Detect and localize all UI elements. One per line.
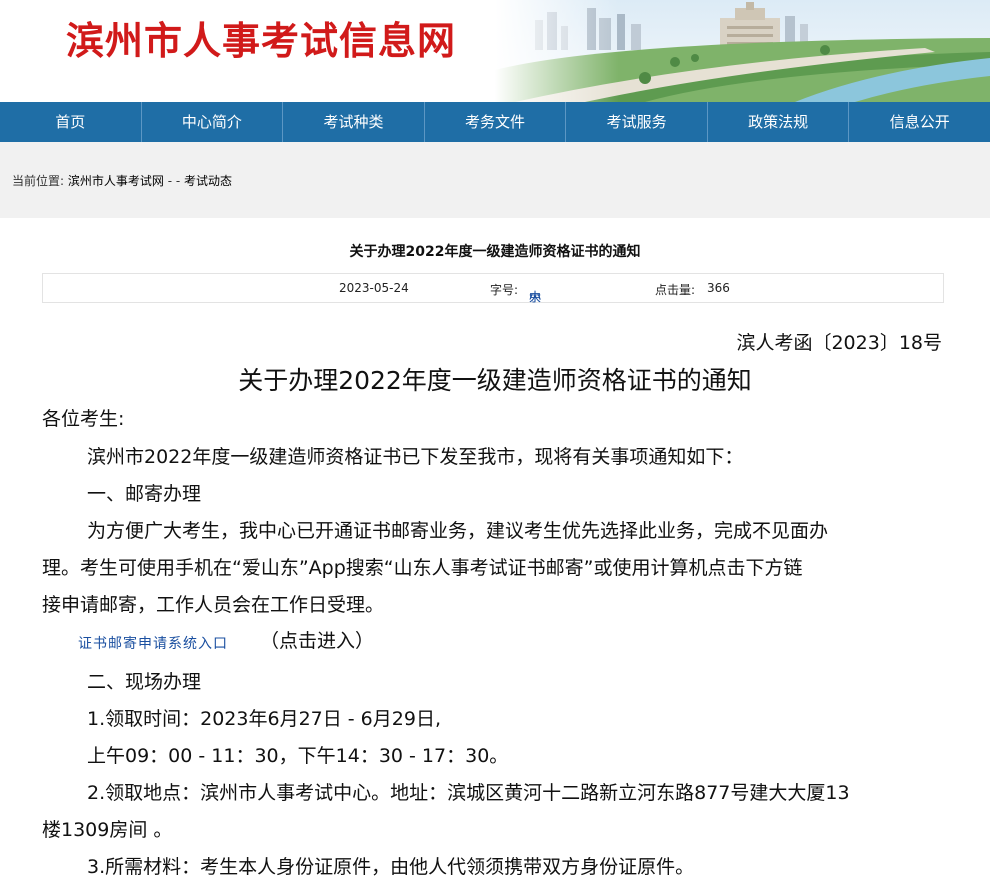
salutation: 各位考生: xyxy=(42,408,125,430)
breadcrumb-current-link[interactable]: 考试动态 xyxy=(184,174,232,188)
views-count: 366 xyxy=(707,281,730,295)
article-meta-box: 2023-05-24 字号: 大 中 小 点击量: 366 xyxy=(42,273,944,305)
required-materials: 3.所需材料：考生本人身份证原件，由他人代领须携带双方身份证原件。 xyxy=(87,856,695,878)
section2-title: 二、现场办理 xyxy=(87,671,202,693)
nav-item-home[interactable]: 首页 xyxy=(0,102,142,142)
breadcrumb-home-link[interactable]: 滨州市人事考试网 xyxy=(68,174,164,188)
intro-paragraph: 滨州市2022年度一级建造师资格证书已下发至我市，现将有关事项通知如下： xyxy=(87,446,744,468)
breadcrumb-prefix: 当前位置: xyxy=(12,174,65,188)
nav-item-about[interactable]: 中心简介 xyxy=(142,102,284,142)
article-title: 关于办理2022年度一级建造师资格证书的通知 xyxy=(349,244,641,260)
pickup-time: 1.领取时间：2023年6月27日 - 6月29日, xyxy=(87,708,441,730)
site-header: 滨州市人事考试信息网 xyxy=(0,0,990,102)
mail-application-link[interactable]: 证书邮寄申请系统入口 xyxy=(78,633,228,653)
breadcrumb: 当前位置: 滨州市人事考试网 - - 考试动态 xyxy=(12,172,232,189)
publish-date: 2023-05-24 xyxy=(339,281,409,295)
views-label: 点击量: xyxy=(655,283,696,297)
site-logo[interactable]: 滨州市人事考试信息网 xyxy=(66,10,456,65)
section1-line: 接申请邮寄，工作人员会在工作日受理。 xyxy=(42,594,385,616)
apply-link-hint: （点击进入） xyxy=(260,630,375,652)
section1-line: 为方便广大考生，我中心已开通证书邮寄业务，建议考生优先选择此业务，完成不见面办 xyxy=(87,520,829,542)
nav-item-policies[interactable]: 政策法规 xyxy=(708,102,850,142)
nav-item-exam-documents[interactable]: 考务文件 xyxy=(425,102,567,142)
city-banner-image xyxy=(495,0,990,102)
breadcrumb-bar: 当前位置: 滨州市人事考试网 - - 考试动态 xyxy=(0,142,990,218)
breadcrumb-separator: - - xyxy=(167,174,181,188)
pickup-location: 2.领取地点：滨州市人事考试中心。地址：滨城区黄河十二路新立河东路877号建大大… xyxy=(87,782,850,804)
section1-line: 理。考生可使用手机在“爱山东”App搜索“山东人事考试证书邮寄”或使用计算机点击… xyxy=(42,557,803,579)
pickup-hours: 上午09：00 - 11：30，下午14：30 - 17：30。 xyxy=(87,745,509,767)
section1-title: 一、邮寄办理 xyxy=(87,483,202,505)
main-nav: 首页 中心简介 考试种类 考务文件 考试服务 政策法规 信息公开 xyxy=(0,102,990,142)
pickup-location-cont: 楼1309房间 。 xyxy=(42,819,173,841)
font-size-label: 字号: xyxy=(490,283,519,297)
nav-item-info-disclosure[interactable]: 信息公开 xyxy=(849,102,990,142)
nav-item-exam-services[interactable]: 考试服务 xyxy=(566,102,708,142)
font-size-small-button[interactable]: 小 xyxy=(529,288,541,305)
document-number: 滨人考函〔2023〕18号 xyxy=(736,332,942,354)
document-title: 关于办理2022年度一级建造师资格证书的通知 xyxy=(238,366,752,395)
nav-item-exam-types[interactable]: 考试种类 xyxy=(283,102,425,142)
